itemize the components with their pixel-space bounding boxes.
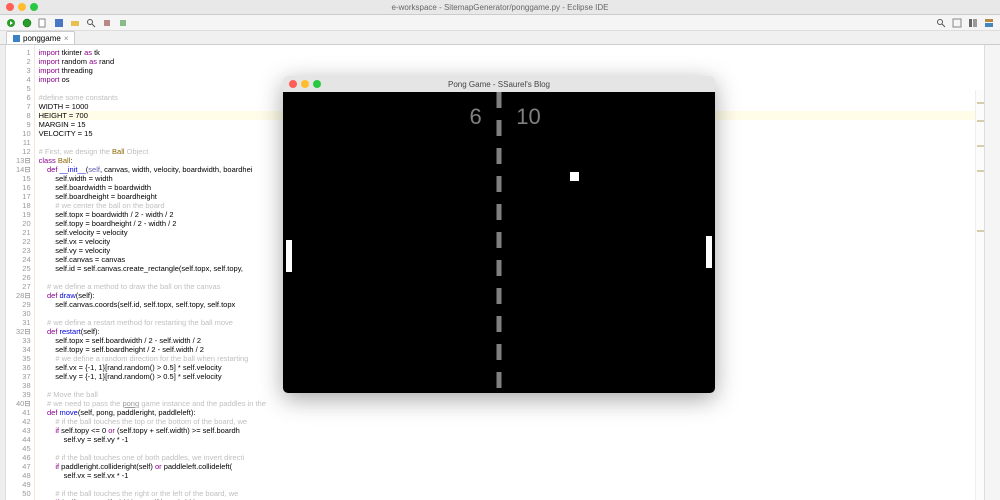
- editor-tabs: ponggame ×: [0, 31, 1000, 45]
- overview-ruler[interactable]: [975, 90, 984, 500]
- pong-game-window: Pong Game - SSaurel's Blog 6 10: [283, 76, 715, 393]
- zoom-icon[interactable]: [313, 80, 321, 88]
- right-paddle: [706, 236, 712, 268]
- run-icon[interactable]: [6, 18, 16, 28]
- save-icon[interactable]: [54, 18, 64, 28]
- right-sidebar: [984, 45, 1000, 500]
- perspective-icon[interactable]: [952, 18, 962, 28]
- window-title: e-workspace - SitemapGenerator/ponggame.…: [392, 3, 609, 12]
- python-file-icon: [13, 35, 20, 42]
- tool-icon[interactable]: [102, 18, 112, 28]
- close-icon[interactable]: [289, 80, 297, 88]
- pong-window-title: Pong Game - SSaurel's Blog: [448, 80, 550, 89]
- tab-ponggame[interactable]: ponggame ×: [6, 31, 75, 44]
- perspective3-icon[interactable]: [984, 18, 994, 28]
- debug-icon[interactable]: [22, 18, 32, 28]
- traffic-lights[interactable]: [6, 3, 38, 11]
- close-icon[interactable]: [6, 3, 14, 11]
- line-numbers: 1 2 3 4 5 6 7 8 9 10 11 12 13⊟ 14⊟ 15 16…: [6, 45, 35, 500]
- new-icon[interactable]: [38, 18, 48, 28]
- left-paddle: [286, 240, 292, 272]
- eclipse-toolbar: [0, 15, 1000, 31]
- close-tab-icon[interactable]: ×: [64, 34, 69, 43]
- pong-titlebar[interactable]: Pong Game - SSaurel's Blog: [283, 76, 715, 92]
- pong-traffic-lights[interactable]: [289, 80, 321, 88]
- folder-icon[interactable]: [70, 18, 80, 28]
- search-icon[interactable]: [86, 18, 96, 28]
- macos-titlebar: e-workspace - SitemapGenerator/ponggame.…: [0, 0, 1000, 15]
- zoom-icon[interactable]: [30, 3, 38, 11]
- tab-label: ponggame: [23, 34, 61, 43]
- minimize-icon[interactable]: [18, 3, 26, 11]
- minimize-icon[interactable]: [301, 80, 309, 88]
- ball: [570, 172, 579, 181]
- right-score: 10: [516, 104, 540, 130]
- left-score: 6: [469, 104, 481, 130]
- pong-board[interactable]: 6 10: [283, 92, 715, 393]
- perspective2-icon[interactable]: [968, 18, 978, 28]
- center-net: [497, 92, 502, 393]
- quick-access-icon[interactable]: [936, 18, 946, 28]
- tool2-icon[interactable]: [118, 18, 128, 28]
